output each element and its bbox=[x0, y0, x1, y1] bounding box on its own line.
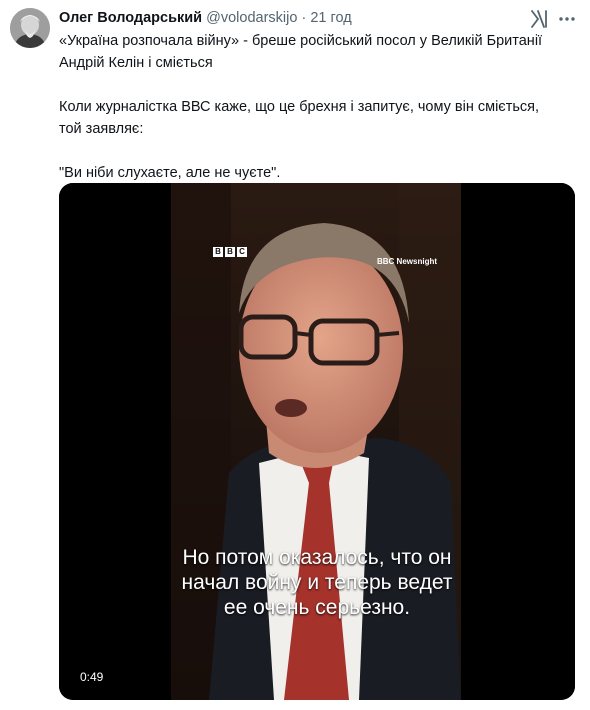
author-name[interactable]: Олег Володарський bbox=[59, 10, 202, 26]
tweet-header: Олег Володарський @volodarskijo · 21 год bbox=[59, 10, 352, 26]
tweet-text: «Україна розпочала війну» - бреше російс… bbox=[59, 30, 579, 184]
bbc-letter: B bbox=[225, 247, 235, 257]
avatar[interactable] bbox=[10, 8, 50, 48]
paragraph-spacer bbox=[59, 74, 579, 96]
bbc-logo: B B C bbox=[213, 247, 247, 257]
tweet-timestamp[interactable]: 21 год bbox=[310, 10, 351, 26]
tweet-paragraph: Коли журналістка ВВС каже, що це брехня … bbox=[59, 99, 544, 137]
more-options-icon[interactable] bbox=[558, 10, 576, 28]
bbc-letter: C bbox=[237, 247, 247, 257]
channel-label: BBC Newsnight bbox=[377, 257, 437, 266]
video-subtitle: Но потом оказалось, что он начал войну и… bbox=[181, 546, 453, 619]
video-duration: 0:49 bbox=[75, 668, 109, 686]
paragraph-spacer bbox=[59, 140, 579, 162]
x-logo-icon[interactable] bbox=[530, 9, 548, 29]
author-handle[interactable]: @volodarskijo bbox=[206, 10, 297, 26]
header-separator: · bbox=[301, 10, 307, 26]
video-player[interactable]: B B C BBC Newsnight Но потом оказалось, … bbox=[59, 183, 575, 700]
video-frame bbox=[59, 183, 575, 700]
tweet-paragraph: «Україна розпочала війну» - бреше російс… bbox=[59, 33, 547, 71]
avatar-image bbox=[10, 8, 50, 48]
tweet-paragraph: "Ви ніби слухаєте, але не чуєте". bbox=[59, 165, 281, 181]
bbc-letter: B bbox=[213, 247, 223, 257]
